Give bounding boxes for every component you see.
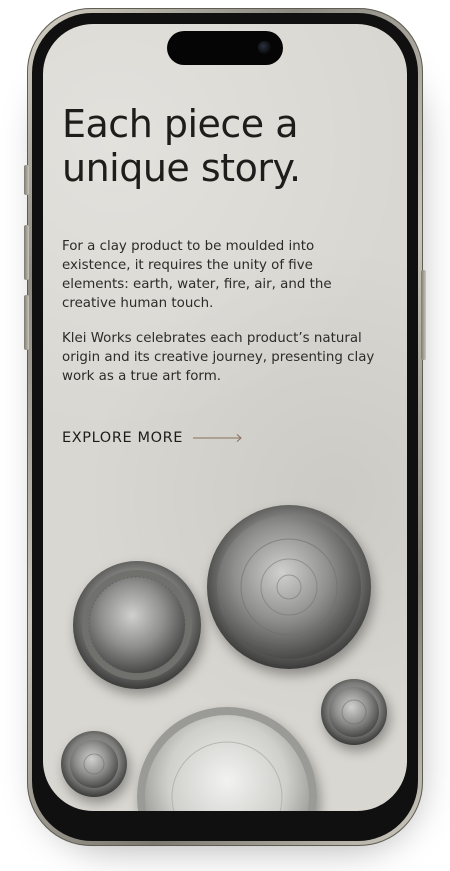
bowl-medium-left xyxy=(73,561,201,689)
bowl-large-bottom xyxy=(137,707,317,811)
arrow-right-icon xyxy=(193,434,242,442)
explore-more-link[interactable]: EXPLORE MORE xyxy=(62,430,243,446)
intro-paragraph: For a clay product to be moulded into ex… xyxy=(62,239,332,311)
phone-screen: Each piece a unique story. For a clay pr… xyxy=(43,24,407,811)
action-button xyxy=(24,165,29,195)
volume-up-button xyxy=(24,225,29,280)
page-headline: Each piece a unique story. xyxy=(62,102,301,190)
bowl-small-right xyxy=(321,679,387,745)
dynamic-island xyxy=(167,31,283,65)
explore-more-label: EXPLORE MORE xyxy=(62,430,184,446)
brand-paragraph: Klei Works celebrates each product’s nat… xyxy=(62,331,375,384)
bowl-small-left xyxy=(61,731,127,797)
bowl-large-top xyxy=(207,505,371,669)
volume-down-button xyxy=(24,295,29,350)
power-button xyxy=(421,270,426,360)
ceramic-bowls-photo xyxy=(61,505,387,811)
camera-icon xyxy=(258,41,271,54)
mockup-stage: Each piece a unique story. For a clay pr… xyxy=(0,0,450,871)
